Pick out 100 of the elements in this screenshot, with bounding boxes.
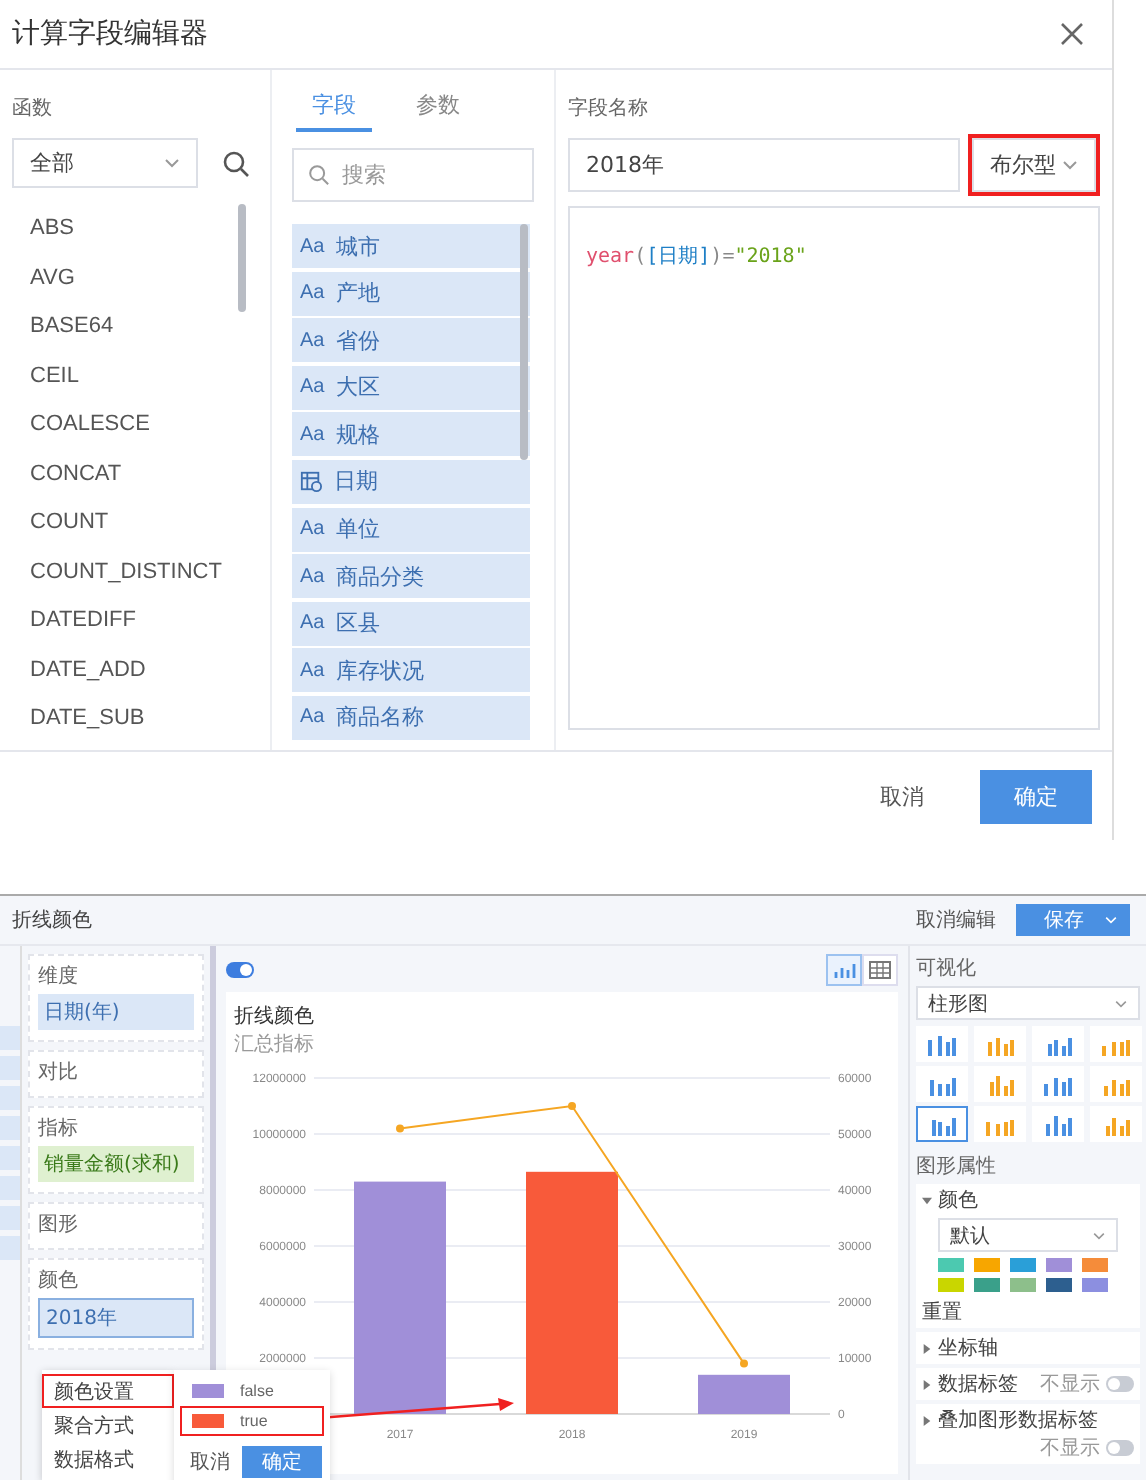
list-item[interactable] — [0, 1146, 20, 1170]
list-item[interactable] — [0, 1176, 20, 1200]
status-text: 不显示 — [1040, 1372, 1100, 1398]
menu-item[interactable]: 聚合方式 — [42, 1408, 174, 1442]
function-item[interactable]: AVG — [12, 253, 258, 302]
bar-chart-icon[interactable] — [1032, 1066, 1084, 1102]
bar-chart-icon[interactable] — [1032, 1026, 1084, 1062]
legend-item[interactable]: true — [182, 1408, 322, 1434]
function-item[interactable]: CONCAT — [12, 449, 258, 498]
field-item[interactable]: Aa 区县 — [292, 601, 530, 646]
field-item[interactable]: Aa 省份 — [292, 318, 530, 363]
category-dropdown[interactable]: 全部 — [12, 138, 198, 188]
reset-link[interactable]: 重置 — [922, 1298, 1134, 1326]
field-item[interactable]: Aa 单位 — [292, 507, 530, 552]
field-item[interactable]: Aa 大区 — [292, 365, 530, 410]
field-name-input[interactable]: 2018年 — [568, 138, 960, 192]
function-item[interactable]: CEIL — [12, 351, 258, 400]
breadcrumb[interactable]: 折线颜色 — [12, 906, 92, 934]
color-swatch[interactable] — [938, 1258, 964, 1272]
list-item[interactable] — [0, 1116, 20, 1140]
function-item[interactable]: COUNT — [12, 498, 258, 547]
color-swatch[interactable] — [1010, 1258, 1036, 1272]
field-item[interactable]: Aa 库存状况 — [292, 648, 530, 693]
caret-icon — [1104, 916, 1118, 924]
color-swatch[interactable] — [974, 1278, 1000, 1292]
section-header[interactable]: 叠加图形数据标签 — [922, 1406, 1098, 1434]
field-item[interactable]: Aa 城市 — [292, 224, 530, 268]
bar-chart-icon[interactable] — [974, 1106, 1026, 1142]
color-swatch[interactable] — [938, 1278, 964, 1292]
bar-chart-icon[interactable] — [1090, 1066, 1142, 1102]
bar-chart-icon[interactable] — [1090, 1106, 1142, 1142]
field-item[interactable]: Aa 商品分类 — [292, 554, 530, 599]
color-swatch[interactable] — [1046, 1278, 1072, 1292]
cancel-button[interactable]: 取消 — [182, 1446, 238, 1478]
bar-chart-icon[interactable] — [916, 1066, 968, 1102]
list-item[interactable] — [0, 1236, 20, 1260]
panel-title: 图形属性 — [916, 1153, 998, 1180]
bar-chart-icon[interactable] — [916, 1106, 968, 1142]
color-swatch[interactable] — [1010, 1278, 1036, 1292]
bar-chart-icon[interactable] — [974, 1066, 1026, 1102]
list-item[interactable] — [0, 1206, 20, 1230]
toggle-switch[interactable] — [1106, 1376, 1134, 1392]
close-icon[interactable] — [1060, 22, 1084, 46]
functions-label: 函数 — [12, 96, 54, 122]
bar-chart-icon[interactable] — [974, 1026, 1026, 1062]
function-item[interactable]: COALESCE — [12, 400, 258, 449]
color-swatch[interactable] — [1082, 1258, 1108, 1272]
toggle-switch[interactable] — [1106, 1440, 1134, 1456]
triangle-icon — [922, 1379, 932, 1389]
section-label: 指标 — [38, 1115, 80, 1142]
bar-chart-icon[interactable] — [1032, 1106, 1084, 1142]
table-view-icon[interactable] — [862, 954, 898, 986]
legend-item[interactable]: false — [182, 1378, 322, 1404]
dialog-title: 计算字段编辑器 — [12, 16, 208, 52]
menu-item[interactable]: 数据格式 — [42, 1442, 174, 1476]
calendar-icon — [300, 470, 322, 493]
color-swatch[interactable] — [1082, 1278, 1108, 1292]
field-item[interactable]: 日期 — [292, 459, 530, 504]
caret-icon — [1062, 160, 1078, 170]
function-item[interactable]: DATE_ADD — [12, 645, 258, 694]
color-swatch[interactable] — [974, 1258, 1000, 1272]
field-name-label: 字段名称 — [568, 95, 650, 122]
field-item[interactable]: Aa 产地 — [292, 271, 530, 316]
toggle-switch[interactable] — [226, 962, 254, 978]
field-chip[interactable]: 2018年 — [38, 1298, 194, 1338]
function-item[interactable]: DATEDIFF — [12, 596, 258, 645]
search-field[interactable]: 搜索 — [292, 148, 534, 202]
field-item[interactable]: Aa 商品名称 — [292, 695, 530, 740]
line-point — [396, 1124, 404, 1133]
tab[interactable]: 参数 — [400, 82, 476, 132]
palette-dropdown[interactable]: 默认 — [938, 1218, 1118, 1252]
section-header[interactable]: 数据标签 — [922, 1370, 1018, 1398]
section-header[interactable]: 颜色 — [922, 1186, 1134, 1214]
field-chip[interactable]: 日期(年) — [38, 994, 194, 1030]
function-item[interactable]: BASE64 — [12, 302, 258, 351]
chart-type-dropdown[interactable]: 柱形图 — [916, 986, 1140, 1020]
bar-chart-icon[interactable] — [1090, 1026, 1142, 1062]
function-item[interactable]: COUNT_DISTINCT — [12, 547, 258, 596]
search-icon[interactable] — [222, 149, 250, 177]
type-dropdown[interactable]: 布尔型 — [972, 138, 1096, 192]
list-item[interactable] — [0, 1026, 20, 1050]
color-swatch[interactable] — [1046, 1258, 1072, 1272]
chart-subtitle: 汇总指标 — [234, 1031, 316, 1058]
function-item[interactable]: ABS — [12, 204, 258, 253]
field-item[interactable]: Aa 规格 — [292, 412, 530, 457]
triangle-icon — [922, 1343, 932, 1353]
function-item[interactable]: DATE_SUB — [12, 694, 258, 743]
caret-icon — [1114, 999, 1128, 1007]
cancel-edit-button[interactable]: 取消编辑 — [916, 906, 996, 934]
menu-item[interactable]: 颜色设置 — [42, 1374, 174, 1408]
field-chip[interactable]: 销量金额(求和) — [38, 1146, 194, 1182]
section-label: 颜色 — [38, 1267, 80, 1294]
panel-title: 可视化 — [916, 955, 978, 982]
bar-chart-icon[interactable] — [916, 1026, 968, 1062]
list-item[interactable] — [0, 1056, 20, 1080]
cancel-button[interactable]: 取消 — [864, 769, 940, 823]
chart-view-icon[interactable] — [826, 954, 862, 986]
list-item[interactable] — [0, 1086, 20, 1110]
caret-icon — [1092, 1231, 1106, 1239]
formula-editor[interactable]: year([日期])="2018" — [568, 206, 1100, 730]
